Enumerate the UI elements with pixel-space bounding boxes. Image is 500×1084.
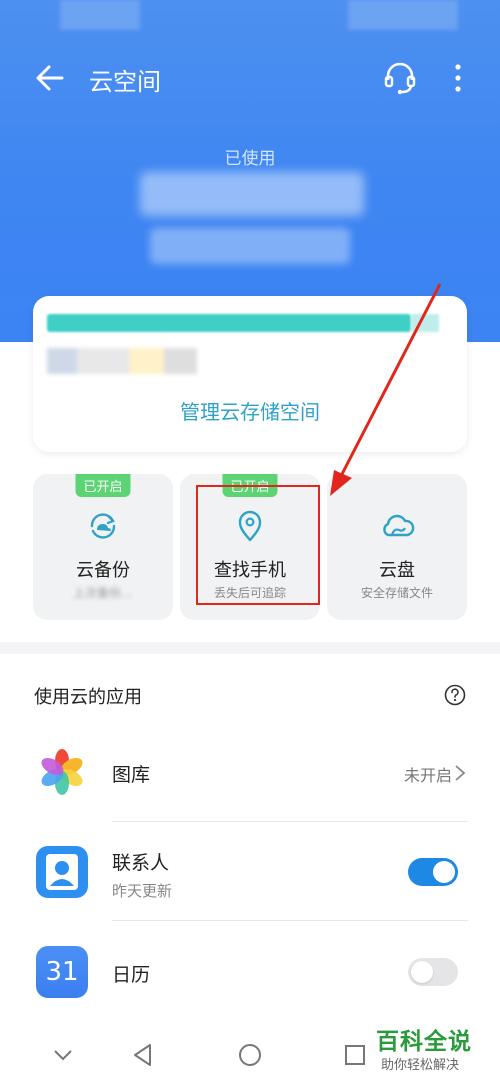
row-divider (112, 920, 468, 921)
tile-cloud-backup[interactable]: 已开启 云备份 上次备份… (33, 474, 173, 620)
manage-storage-link[interactable]: 管理云存储空间 (33, 396, 467, 425)
app-row-gallery[interactable]: 图库 未开启 (0, 724, 500, 822)
customer-service-icon[interactable] (380, 58, 420, 98)
more-options-icon[interactable] (446, 58, 470, 98)
watermark-title: 百科全说 (376, 1029, 472, 1055)
location-pin-icon (238, 510, 262, 542)
app-row-contacts[interactable]: 联系人 昨天更新 (0, 822, 500, 921)
nav-recents-square-icon[interactable] (340, 1040, 370, 1070)
calendar-icon: 31 (36, 946, 88, 998)
tile-subtitle: 上次备份… (72, 586, 133, 600)
toggle-knob (433, 861, 455, 883)
status-bar-blurred-right (348, 0, 458, 30)
calendar-sync-toggle[interactable] (408, 958, 458, 986)
cloud-drive-icon (383, 514, 415, 537)
storage-legend-blurred (47, 348, 197, 374)
apps-section-title: 使用云的应用 (34, 687, 142, 708)
contacts-person-icon (36, 846, 88, 898)
status-bar-blurred-left (60, 0, 140, 30)
app-name: 日历 (112, 964, 151, 986)
tile-label: 查找手机 (214, 560, 286, 581)
status-badge: 已开启 (75, 474, 131, 497)
app-subtitle: 昨天更新 (112, 882, 173, 900)
app-name: 图库 (112, 764, 151, 786)
storage-usage-bar-remaining (411, 314, 439, 332)
contacts-sync-toggle[interactable] (408, 858, 458, 886)
app-row-calendar[interactable]: 31 日历 (0, 922, 500, 1020)
page-title: 云空间 (89, 68, 161, 96)
nav-back-triangle-icon[interactable] (128, 1040, 158, 1070)
tile-find-phone[interactable]: 已开启 查找手机 丢失后可追踪 (180, 474, 320, 620)
tile-label: 云盘 (379, 560, 415, 581)
help-icon[interactable] (444, 684, 466, 706)
back-arrow-icon[interactable] (30, 58, 70, 98)
chevron-right-icon[interactable] (454, 764, 466, 782)
toggle-knob (411, 961, 433, 983)
tile-label: 云备份 (76, 560, 130, 581)
gallery-pinwheel-icon (41, 749, 83, 795)
total-storage-value-blurred (150, 228, 350, 264)
used-storage-value-blurred (140, 172, 364, 216)
storage-usage-bar (47, 314, 411, 332)
header: 云空间 已使用 (0, 0, 500, 342)
app-name: 联系人 (112, 852, 170, 874)
section-divider (0, 642, 500, 654)
collapse-chevron-icon[interactable] (48, 1040, 78, 1070)
tile-cloud-drive[interactable]: 云盘 安全存储文件 (327, 474, 467, 620)
nav-home-circle-icon[interactable] (235, 1040, 265, 1070)
storage-card: 管理云存储空间 (33, 296, 467, 452)
used-storage-label: 已使用 (224, 149, 276, 169)
watermark-subtitle: 助你轻松解决 (381, 1058, 460, 1073)
calendar-icon-date: 31 (45, 957, 79, 987)
cloud-backup-icon (90, 513, 116, 539)
status-badge: 已开启 (222, 474, 278, 497)
sync-status-text[interactable]: 未开启 (404, 762, 452, 786)
tile-subtitle: 丢失后可追踪 (213, 586, 286, 600)
tile-subtitle: 安全存储文件 (360, 586, 433, 600)
